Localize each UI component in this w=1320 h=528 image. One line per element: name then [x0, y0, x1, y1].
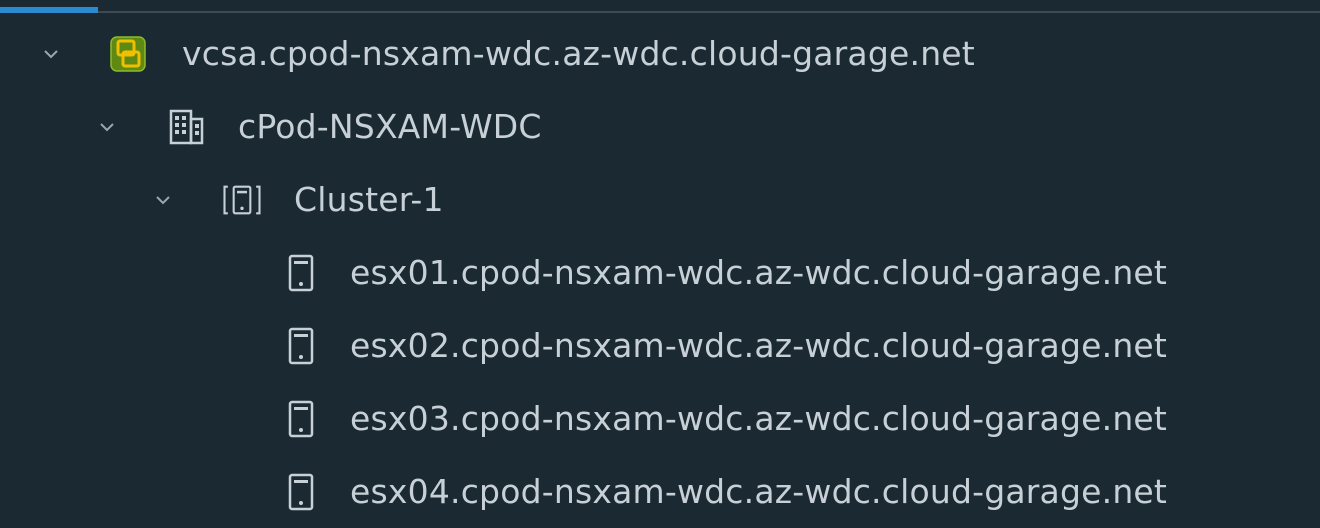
datacenter-icon — [169, 109, 204, 145]
vcenter-icon — [110, 36, 146, 72]
tree-node-label[interactable]: cPod-NSXAM-WDC — [238, 95, 542, 159]
tree-node-host[interactable]: esx04.cpod-nsxam-wdc.az-wdc.cloud-garage… — [0, 460, 1320, 524]
tree-node-datacenter[interactable]: cPod-NSXAM-WDC — [0, 95, 1320, 159]
tree-node-host[interactable]: esx03.cpod-nsxam-wdc.az-wdc.cloud-garage… — [0, 387, 1320, 451]
tree-node-vcenter[interactable]: vcsa.cpod-nsxam-wdc.az-wdc.cloud-garage.… — [0, 22, 1320, 86]
chevron-down-icon[interactable] — [40, 43, 62, 65]
inventory-tree: vcsa.cpod-nsxam-wdc.az-wdc.cloud-garage.… — [0, 0, 1320, 528]
tree-node-cluster[interactable]: Cluster-1 — [0, 168, 1320, 232]
tree-node-host[interactable]: esx01.cpod-nsxam-wdc.az-wdc.cloud-garage… — [0, 241, 1320, 305]
chevron-down-icon[interactable] — [96, 116, 118, 138]
tree-node-label[interactable]: esx02.cpod-nsxam-wdc.az-wdc.cloud-garage… — [350, 314, 1167, 378]
tree-node-label[interactable]: esx03.cpod-nsxam-wdc.az-wdc.cloud-garage… — [350, 387, 1167, 451]
host-icon — [288, 254, 314, 292]
tree-node-label[interactable]: vcsa.cpod-nsxam-wdc.az-wdc.cloud-garage.… — [182, 22, 975, 86]
tab-bar-divider — [0, 0, 1320, 13]
active-tab-indicator[interactable] — [0, 7, 98, 13]
host-icon — [288, 400, 314, 438]
cluster-icon — [223, 185, 261, 215]
host-icon — [288, 473, 314, 511]
host-icon — [288, 327, 314, 365]
chevron-down-icon[interactable] — [152, 189, 174, 211]
tree-node-label[interactable]: esx01.cpod-nsxam-wdc.az-wdc.cloud-garage… — [350, 241, 1167, 305]
tree-node-host[interactable]: esx02.cpod-nsxam-wdc.az-wdc.cloud-garage… — [0, 314, 1320, 378]
tree-node-label[interactable]: Cluster-1 — [294, 168, 444, 232]
tree-node-label[interactable]: esx04.cpod-nsxam-wdc.az-wdc.cloud-garage… — [350, 460, 1167, 524]
